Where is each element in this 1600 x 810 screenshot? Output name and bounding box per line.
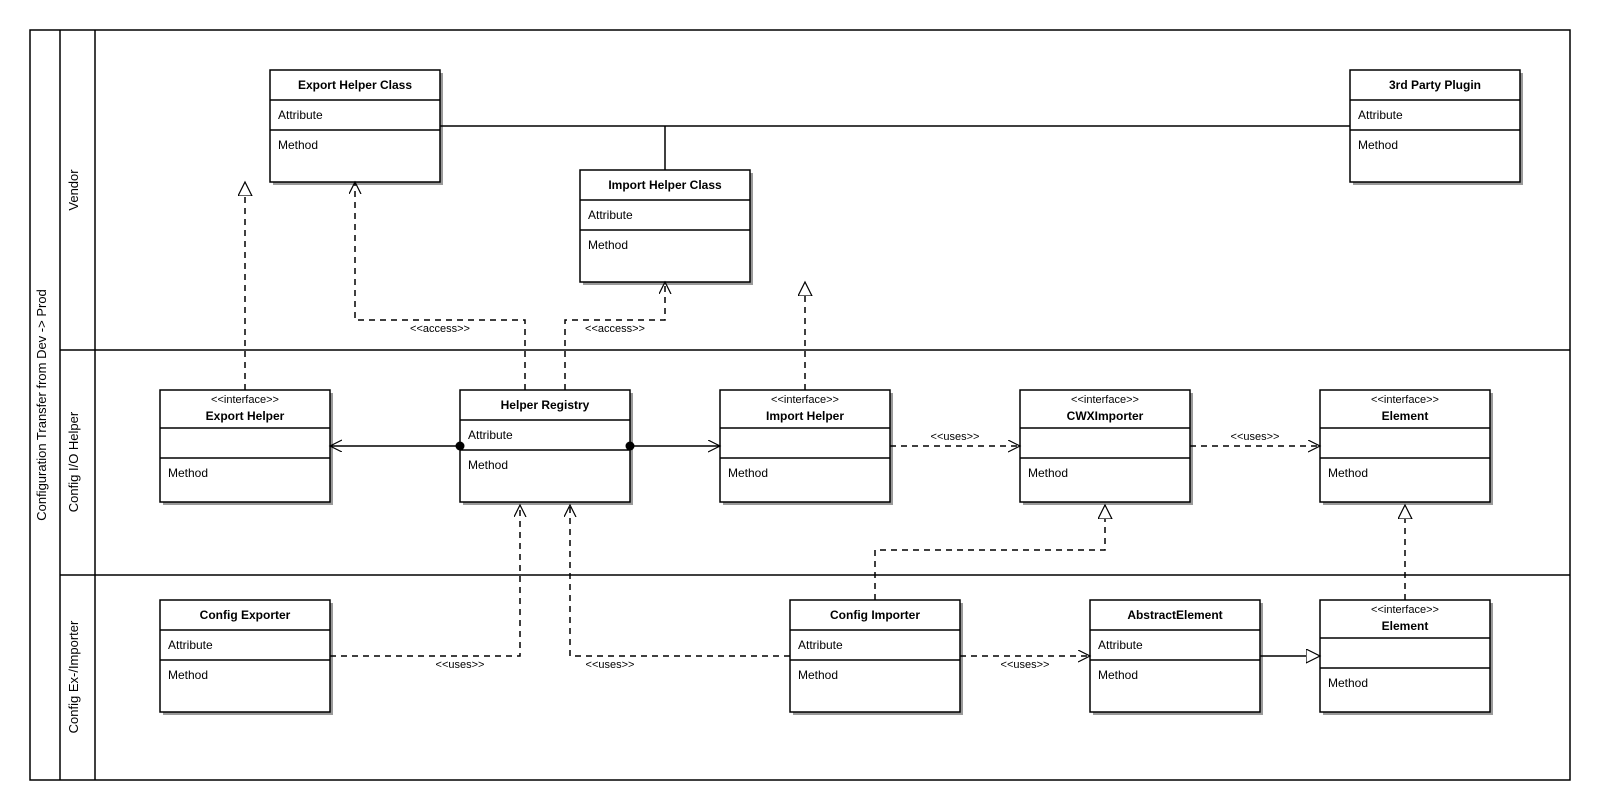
class-name: Export Helper Class <box>298 78 412 92</box>
class-stereotype: <<interface>> <box>1371 604 1439 616</box>
class-name: 3rd Party Plugin <box>1389 78 1481 92</box>
class-attr: Attribute <box>278 108 323 122</box>
label-uses-1: <<uses>> <box>931 431 980 443</box>
realization-config-importer-to-cwximporter <box>875 505 1105 600</box>
access-registry-to-import-helper-class <box>565 282 665 390</box>
class-attr: Attribute <box>468 428 513 442</box>
class-method: Method <box>168 668 208 682</box>
class-name: Config Importer <box>830 608 920 622</box>
class-name: CWXImporter <box>1067 409 1144 423</box>
uml-class-diagram: Configuration Transfer from Dev -> Prod … <box>20 20 1580 790</box>
class-cwximporter: <<interface>> CWXImporter Method <box>1020 390 1193 505</box>
class-attr: Attribute <box>798 638 843 652</box>
diagram-title: Configuration Transfer from Dev -> Prod <box>34 289 49 521</box>
class-export-helper-class: Export Helper Class Attribute Method <box>270 70 443 185</box>
class-config-exporter: Config Exporter Attribute Method <box>160 600 333 715</box>
class-method: Method <box>1098 668 1138 682</box>
class-config-importer: Config Importer Attribute Method <box>790 600 963 715</box>
class-name: Import Helper Class <box>608 178 722 192</box>
partition-vendor: Vendor <box>66 169 81 211</box>
class-abstract-element: AbstractElement Attribute Method <box>1090 600 1263 715</box>
class-helper-registry: Helper Registry Attribute Method <box>460 390 633 505</box>
class-stereotype: <<interface>> <box>1071 394 1139 406</box>
class-name: Element <box>1382 409 1429 423</box>
class-attr: Attribute <box>1358 108 1403 122</box>
class-name: AbstractElement <box>1127 608 1222 622</box>
class-method: Method <box>168 466 208 480</box>
class-method: Method <box>728 466 768 480</box>
partition-helper: Config I/O Helper <box>66 411 81 512</box>
label-uses-5: <<uses>> <box>1001 659 1050 671</box>
class-attr: Attribute <box>1098 638 1143 652</box>
class-name: Export Helper <box>206 409 285 423</box>
label-uses-4: <<uses>> <box>586 659 635 671</box>
class-import-helper-class: Import Helper Class Attribute Method <box>580 170 753 285</box>
class-method: Method <box>278 138 318 152</box>
class-attr: Attribute <box>588 208 633 222</box>
class-method: Method <box>798 668 838 682</box>
uses-config-importer-to-registry <box>570 505 790 656</box>
partition-importer: Config Ex-/Importer <box>66 620 81 733</box>
class-method: Method <box>1028 466 1068 480</box>
label-access-2: <<access>> <box>585 323 645 335</box>
label-access-1: <<access>> <box>410 323 470 335</box>
class-method: Method <box>588 238 628 252</box>
class-element-upper: <<interface>> Element Method <box>1320 390 1493 505</box>
class-export-helper: <<interface>> Export Helper Method <box>160 390 333 505</box>
label-uses-3: <<uses>> <box>436 659 485 671</box>
class-stereotype: <<interface>> <box>1371 394 1439 406</box>
class-name: Helper Registry <box>501 398 590 412</box>
class-third-party-plugin: 3rd Party Plugin Attribute Method <box>1350 70 1523 185</box>
uses-config-exporter-to-registry <box>330 505 520 656</box>
class-stereotype: <<interface>> <box>211 394 279 406</box>
class-method: Method <box>1328 466 1368 480</box>
class-name: Config Exporter <box>200 608 291 622</box>
label-uses-2: <<uses>> <box>1231 431 1280 443</box>
class-name: Import Helper <box>766 409 844 423</box>
class-stereotype: <<interface>> <box>771 394 839 406</box>
access-registry-to-export-helper-class <box>355 182 525 390</box>
class-attr: Attribute <box>168 638 213 652</box>
class-method: Method <box>1328 676 1368 690</box>
class-element-lower: <<interface>> Element Method <box>1320 600 1493 715</box>
class-method: Method <box>1358 138 1398 152</box>
class-import-helper: <<interface>> Import Helper Method <box>720 390 893 505</box>
class-method: Method <box>468 458 508 472</box>
class-name: Element <box>1382 619 1429 633</box>
